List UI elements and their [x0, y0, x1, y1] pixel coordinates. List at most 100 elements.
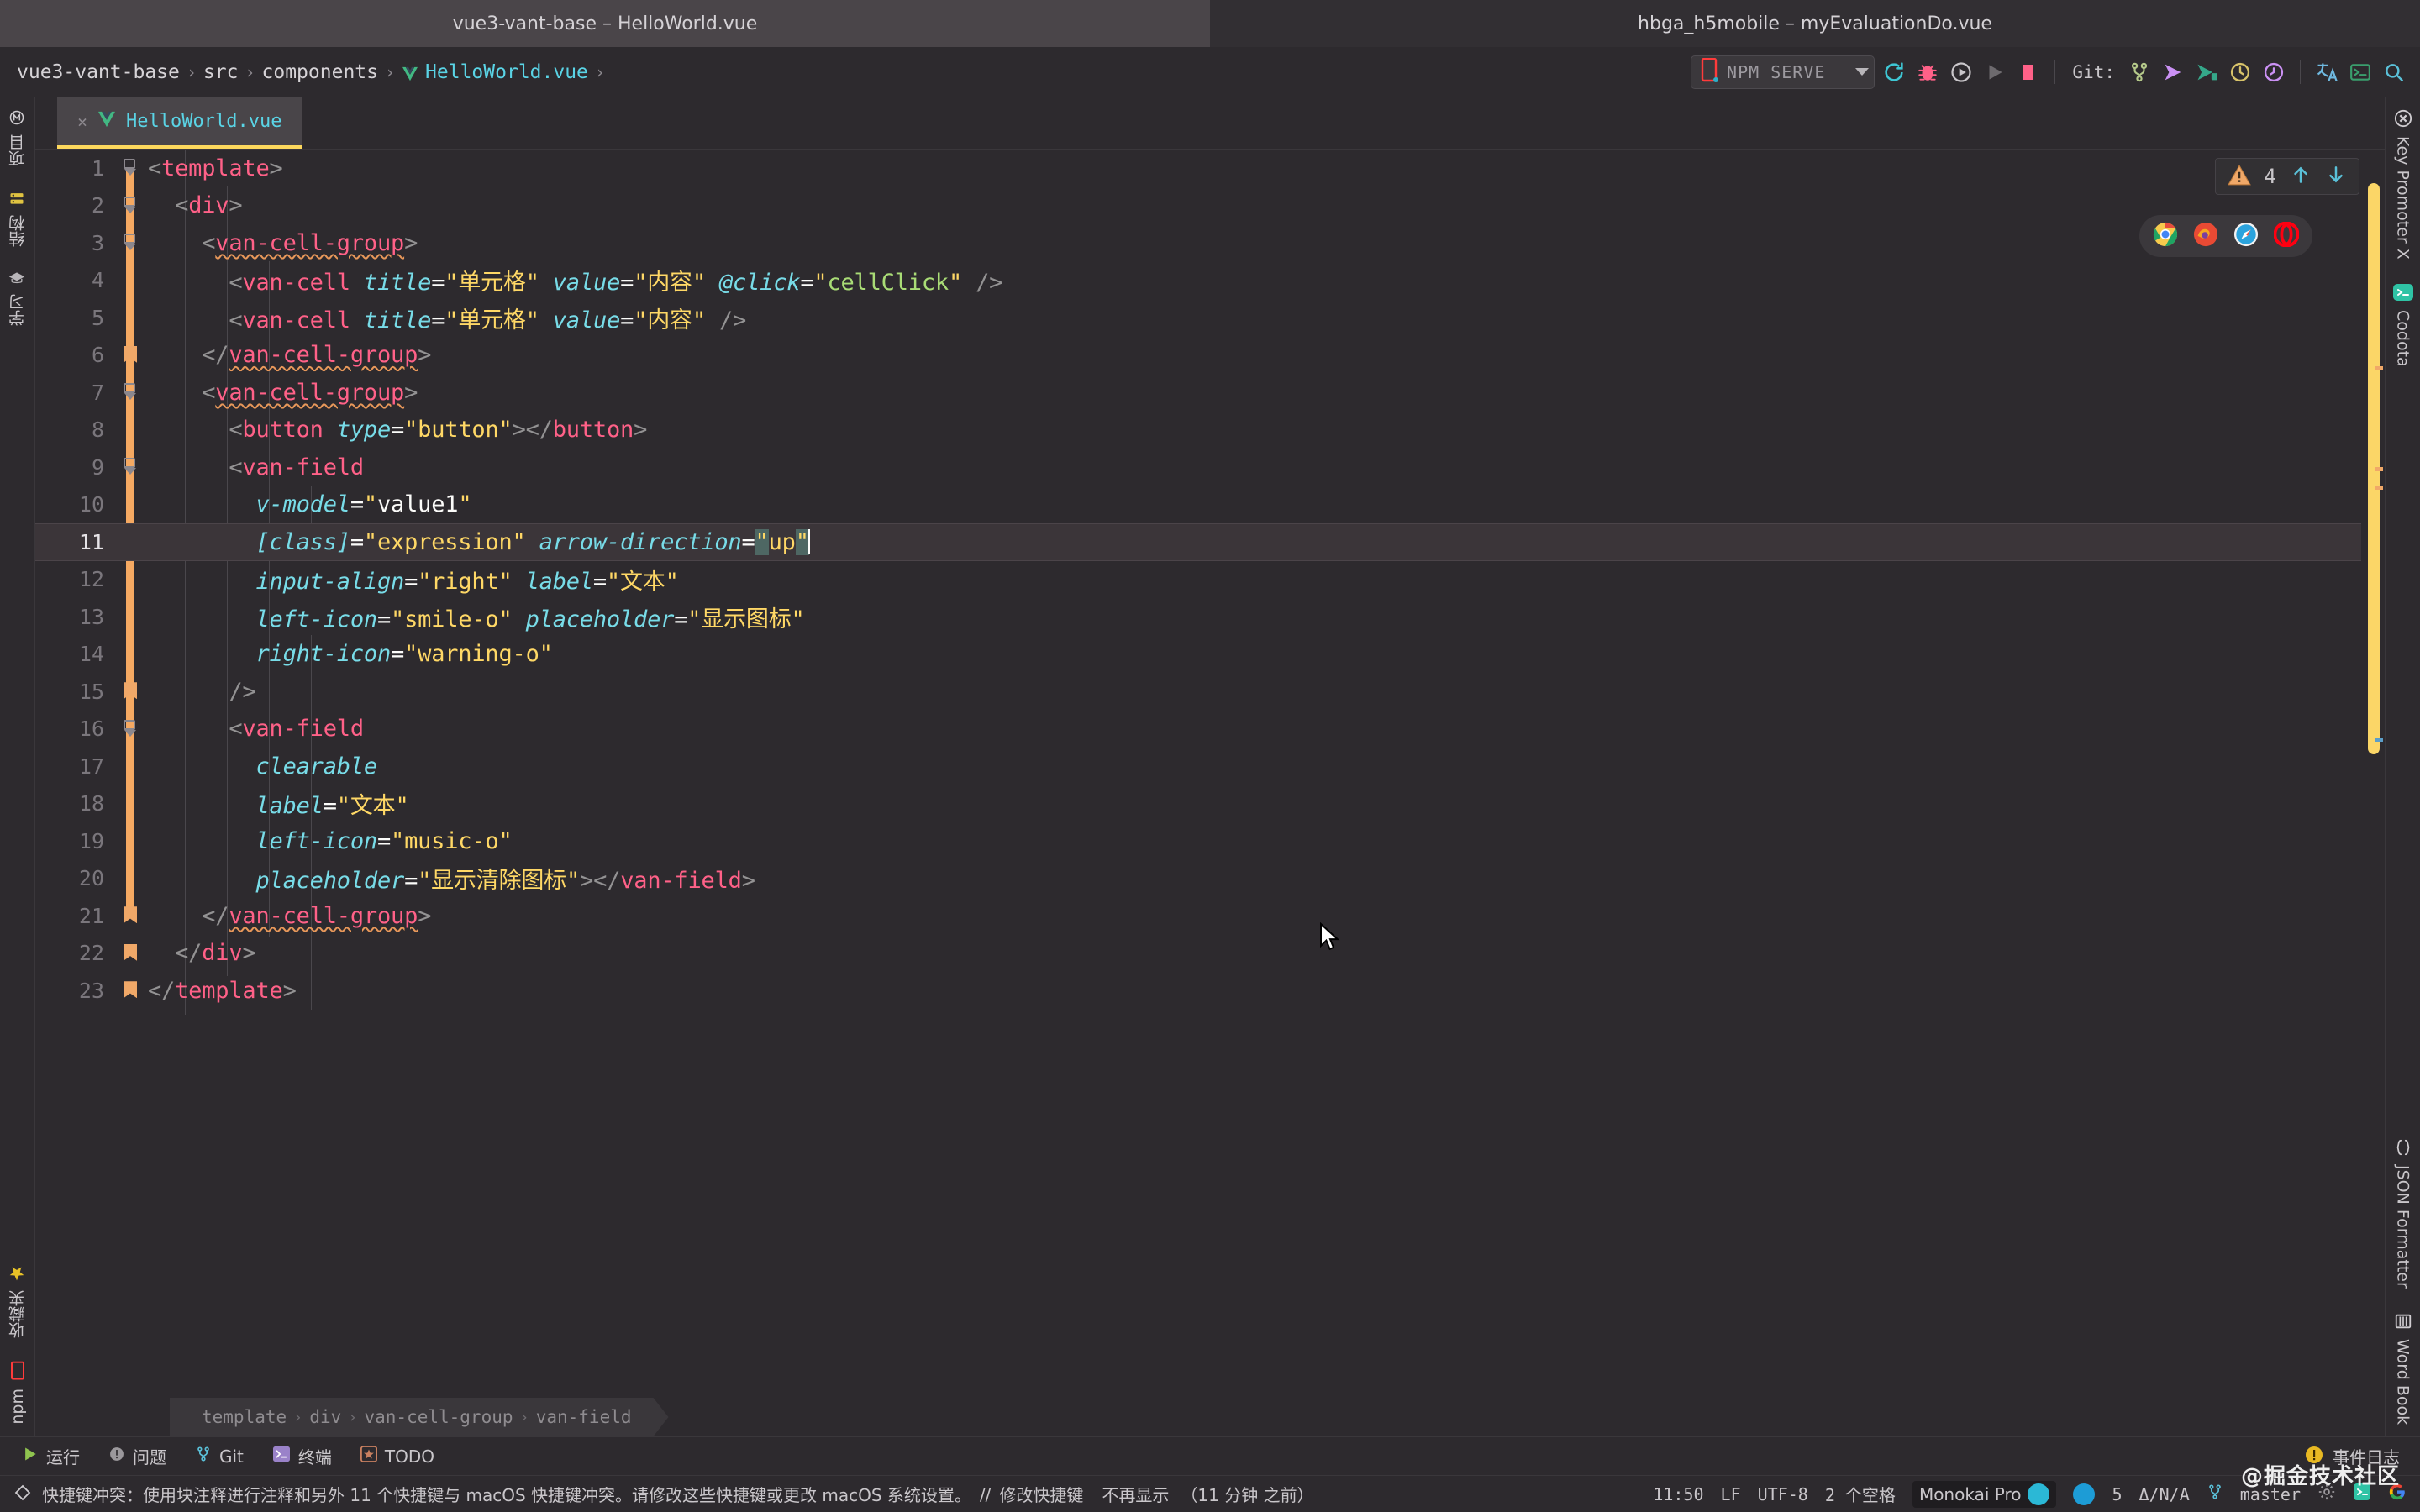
refresh-icon[interactable]: [1880, 58, 1908, 87]
code-line[interactable]: 8 <button type="button"></button>: [35, 412, 2385, 449]
stripe-change-marker[interactable]: [2375, 738, 2383, 742]
error-stripe[interactable]: [2361, 150, 2385, 1398]
sidebar-item-codota[interactable]: Codota: [2392, 271, 2414, 379]
firefox-icon[interactable]: [2193, 222, 2218, 250]
editor-breadcrumb-item-van-field[interactable]: van-field: [528, 1407, 640, 1427]
status-link-modify-shortcut[interactable]: 修改快捷键: [999, 1482, 1083, 1506]
code-line[interactable]: 10 v-model="value1": [35, 486, 2385, 524]
tool-window-git[interactable]: Git: [195, 1445, 244, 1467]
fold-marker-icon[interactable]: [113, 719, 148, 738]
code-text[interactable]: [class]="expression" arrow-direction="up…: [148, 528, 810, 555]
chevron-down-icon[interactable]: [1855, 68, 1870, 76]
close-icon[interactable]: ×: [77, 112, 87, 132]
code-line[interactable]: 6 </van-cell-group>: [35, 337, 2385, 375]
breadcrumb-item-project[interactable]: vue3-vant-base: [12, 61, 185, 83]
code-line[interactable]: 13 left-icon="smile-o" placeholder="显示图标…: [35, 598, 2385, 636]
code-text[interactable]: </van-cell-group>: [148, 342, 431, 368]
code-text[interactable]: left-icon="music-o": [148, 828, 512, 854]
stripe-warning-marker[interactable]: [2375, 486, 2383, 490]
code-text[interactable]: </template>: [148, 978, 297, 1004]
code-line[interactable]: 2 <div>: [35, 187, 2385, 225]
fold-marker-icon[interactable]: [113, 196, 148, 215]
editor-tab-helloworld[interactable]: × HelloWorld.vue: [57, 97, 302, 149]
status-link-dont-show[interactable]: 不再显示: [1083, 1482, 1169, 1506]
code-text[interactable]: placeholder="显示清除图标"></van-field>: [148, 862, 755, 895]
code-line[interactable]: 23 </template>: [35, 972, 2385, 1010]
inspection-level-dot[interactable]: [2073, 1483, 2096, 1505]
search-everywhere-icon[interactable]: [2380, 58, 2408, 87]
code-lines[interactable]: 1 <template> 2 <div> 3 <van-cell-group> 4 <v…: [35, 150, 2385, 1010]
code-text[interactable]: </div>: [148, 940, 256, 966]
chrome-icon[interactable]: [2153, 222, 2178, 250]
code-line[interactable]: 18 label="文本": [35, 785, 2385, 823]
breadcrumb-item-src[interactable]: src: [198, 61, 244, 83]
status-indent[interactable]: 2 个空格: [1825, 1482, 1896, 1506]
status-color-scheme[interactable]: Monokai Pro: [1912, 1480, 2057, 1508]
code-editor[interactable]: 1 <template> 2 <div> 3 <van-cell-group> 4 <v…: [35, 150, 2385, 1398]
code-line[interactable]: 3 <van-cell-group>: [35, 224, 2385, 262]
code-text[interactable]: input-align="right" label="文本": [148, 563, 678, 596]
code-text[interactable]: <div>: [148, 192, 242, 218]
code-text[interactable]: <van-cell-group>: [148, 380, 418, 406]
code-line[interactable]: 15 />: [35, 673, 2385, 711]
code-text[interactable]: <template>: [148, 155, 283, 181]
next-problem-icon[interactable]: [2325, 164, 2347, 189]
stop-icon[interactable]: [2014, 58, 2043, 87]
code-text[interactable]: <van-cell-group>: [148, 230, 418, 256]
code-line[interactable]: 7 <van-cell-group>: [35, 374, 2385, 412]
fold-marker-icon[interactable]: [113, 383, 148, 402]
fold-marker-icon[interactable]: [113, 345, 148, 365]
code-text[interactable]: <button type="button"></button>: [148, 417, 647, 443]
breadcrumb-item-components[interactable]: components: [257, 61, 383, 83]
window-title-right[interactable]: hbga_h5mobile – myEvaluationDo.vue: [1210, 0, 2420, 47]
code-text[interactable]: label="文本": [148, 787, 408, 820]
code-text[interactable]: />: [148, 679, 255, 705]
code-line[interactable]: 21 </van-cell-group>: [35, 897, 2385, 935]
sidebar-item-project[interactable]: 项目: [6, 97, 29, 178]
opera-icon[interactable]: [2273, 221, 2300, 250]
code-line[interactable]: 4 <van-cell title="单元格" value="内容" @clic…: [35, 262, 2385, 300]
code-text[interactable]: <van-field: [148, 716, 364, 742]
code-line[interactable]: 16 <van-field: [35, 711, 2385, 748]
code-line[interactable]: 5 <van-cell title="单元格" value="内容" />: [35, 299, 2385, 337]
fold-marker-icon[interactable]: [113, 458, 148, 476]
tool-window-problems[interactable]: 问题: [108, 1444, 166, 1468]
editor-breadcrumb-item-template[interactable]: template: [193, 1407, 295, 1427]
fold-marker-icon[interactable]: [113, 943, 148, 963]
code-text[interactable]: <van-cell title="单元格" value="内容" />: [148, 302, 746, 334]
terminal-icon[interactable]: [2346, 58, 2375, 87]
code-text[interactable]: <van-field: [148, 454, 364, 480]
code-text[interactable]: </van-cell-group>: [148, 903, 431, 929]
run-icon[interactable]: [1981, 58, 2009, 87]
code-line[interactable]: 14 right-icon="warning-o": [35, 636, 2385, 674]
status-encoding[interactable]: UTF-8: [1758, 1484, 1808, 1504]
code-text[interactable]: v-model="value1": [148, 491, 471, 517]
inspection-widget[interactable]: 4: [2214, 158, 2360, 195]
editor-breadcrumb-item-van-cell-group[interactable]: van-cell-group: [356, 1407, 522, 1427]
stripe-warning-marker[interactable]: [2375, 467, 2383, 471]
git-rollback-icon[interactable]: [2260, 58, 2288, 87]
previous-problem-icon[interactable]: [2290, 164, 2312, 189]
code-text[interactable]: clearable: [148, 753, 377, 780]
safari-icon[interactable]: [2233, 222, 2259, 250]
bug-icon[interactable]: [1913, 58, 1942, 87]
run-configuration-selector[interactable]: NPM SERVE: [1691, 55, 1876, 89]
run-with-coverage-icon[interactable]: [1947, 58, 1975, 87]
code-text[interactable]: <van-cell title="单元格" value="内容" @click=…: [148, 264, 1002, 297]
code-line[interactable]: 9 <van-field: [35, 449, 2385, 486]
sidebar-item-json-formatter[interactable]: JSON Formatter: [2394, 1126, 2412, 1300]
stripe-warning-marker[interactable]: [2375, 366, 2383, 370]
fold-marker-icon[interactable]: [113, 682, 148, 701]
fold-marker-icon[interactable]: [113, 906, 148, 925]
sidebar-item-word-book[interactable]: Word Book: [2394, 1300, 2412, 1436]
breadcrumb-item-file[interactable]: HelloWorld.vue: [397, 61, 593, 83]
git-push-icon[interactable]: [2159, 58, 2187, 87]
code-line[interactable]: 1 <template>: [35, 150, 2385, 187]
git-history-icon[interactable]: [2226, 58, 2254, 87]
git-branch-icon[interactable]: [2125, 58, 2154, 87]
code-text[interactable]: right-icon="warning-o": [148, 641, 552, 667]
editor-breadcrumb-item-div[interactable]: div: [301, 1407, 350, 1427]
sidebar-item-favorites[interactable]: 收藏夹: [6, 1253, 29, 1350]
sidebar-item-structure[interactable]: 结构: [6, 178, 29, 259]
code-line[interactable]: 20 placeholder="显示清除图标"></van-field>: [35, 860, 2385, 898]
